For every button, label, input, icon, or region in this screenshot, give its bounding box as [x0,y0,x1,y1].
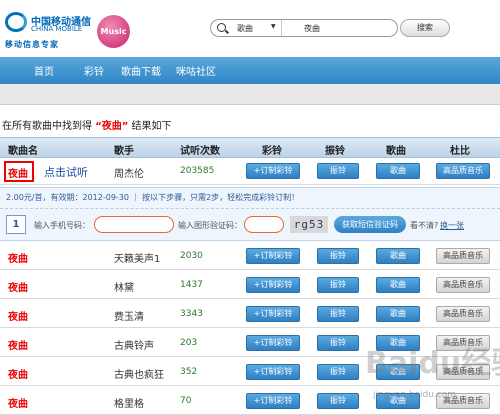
song-name-link[interactable]: 夜曲 [8,395,28,410]
table-row: 夜曲 古典铃声 203 +订制彩铃 振铃 歌曲 高品质音乐 [0,330,500,357]
song-name-link[interactable]: 夜曲 [8,337,28,352]
refresh-captcha-link[interactable]: 换一张 [440,220,464,231]
singer-link[interactable]: 费玉清 [114,308,144,323]
column-header-plays: 试听次数 [180,146,220,157]
ringtone-button[interactable]: 振铃 [317,277,359,293]
column-header-song: 歌曲名 [8,146,38,157]
table-row: 夜曲 费玉清 3343 +订制彩铃 振铃 歌曲 高品质音乐 [0,301,500,328]
captcha-label: 输入图形验证码： [178,221,242,230]
play-count: 1437 [180,280,203,290]
table-row: 夜曲 古典也疯狂 352 +订制彩铃 振铃 歌曲 高品质音乐 [0,359,500,386]
ringtone-button[interactable]: 振铃 [317,335,359,351]
result-prefix: 在所有歌曲中找到得 [2,121,96,132]
hq-music-button[interactable]: 高品质音乐 [436,393,490,409]
sub-nav-bar [0,84,500,105]
search-category-select[interactable]: 歌曲 [237,23,253,34]
hq-music-button[interactable]: 高品质音乐 [436,163,490,179]
order-ringback-button[interactable]: +订制彩铃 [246,277,300,293]
singer-link[interactable]: 周杰伦 [114,165,144,180]
get-sms-code-button[interactable]: 获取短信验证码 [334,216,406,233]
column-header-singer: 歌手 [114,146,134,157]
nav-item-song-download[interactable]: 歌曲下载 [121,63,161,78]
song-button[interactable]: 歌曲 [376,393,420,409]
order-ringback-button[interactable]: +订制彩铃 [246,393,300,409]
captcha-image: rg53 [290,216,328,233]
singer-link[interactable]: 天籁美声1 [114,250,160,265]
order-ringback-button[interactable]: +订制彩铃 [246,248,300,264]
music-logo-icon[interactable]: Music [97,15,130,48]
play-count: 203 [180,338,198,348]
song-button[interactable]: 歌曲 [376,248,420,264]
ringtone-button[interactable]: 振铃 [317,163,359,179]
ringtone-button[interactable]: 振铃 [317,306,359,322]
singer-link[interactable]: 格里格 [114,395,144,410]
nav-item-migu-community[interactable]: 咪咕社区 [176,63,216,78]
phone-input[interactable] [94,216,174,233]
nav-item-home[interactable]: 首页 [34,63,54,78]
hq-music-button[interactable]: 高品质音乐 [436,248,490,264]
column-header-ringback: 彩铃 [262,146,282,157]
china-mobile-logo[interactable]: 中国移动通信 CHINA MOBILE 移动信息专家 [3,8,93,49]
song-button[interactable]: 歌曲 [376,277,420,293]
table-row: 夜曲 格里格 70 +订制彩铃 振铃 歌曲 高品质音乐 [0,388,500,415]
logo-en-text: CHINA MOBILE [31,25,83,33]
main-nav: 首页 彩铃 歌曲下载 咪咕社区 [0,57,500,84]
table-header: 歌曲名 歌手 试听次数 彩铃 振铃 歌曲 杜比 [0,137,500,158]
song-name-link[interactable]: 夜曲 [8,366,28,381]
play-count: 70 [180,396,192,406]
hq-music-button[interactable]: 高品质音乐 [436,306,490,322]
table-row: 夜曲 天籁美声1 2030 +订制彩铃 振铃 歌曲 高品质音乐 [0,243,500,270]
panel-divider [0,208,500,209]
hq-music-button[interactable]: 高品质音乐 [436,364,490,380]
order-ringback-button[interactable]: +订制彩铃 [246,163,300,179]
search-button[interactable]: 搜索 [400,19,450,37]
annotation-highlight-box [4,161,34,182]
header: 中国移动通信 CHINA MOBILE 移动信息专家 Music 歌曲 ▼ 搜索 [0,0,500,56]
ringtone-button[interactable]: 振铃 [317,248,359,264]
song-name-link[interactable]: 夜曲 [8,250,28,265]
search-icon [217,23,226,32]
search-result-summary: 在所有歌曲中找到得 “夜曲” 结果如下 [2,117,172,132]
play-count: 2030 [180,251,203,261]
song-name-link[interactable]: 夜曲 [8,308,28,323]
result-suffix: 结果如下 [128,121,172,132]
song-button[interactable]: 歌曲 [376,364,420,380]
singer-link[interactable]: 古典也疯狂 [114,366,164,381]
search-input[interactable] [281,20,391,36]
order-ringback-button[interactable]: +订制彩铃 [246,364,300,380]
song-name-link[interactable]: 夜曲 [8,279,28,294]
nav-item-ringback[interactable]: 彩铃 [84,63,104,78]
hq-music-button[interactable]: 高品质音乐 [436,335,490,351]
ringtone-button[interactable]: 振铃 [317,364,359,380]
step-number: 1 [6,215,26,234]
order-ringback-button[interactable]: +订制彩铃 [246,335,300,351]
ringtone-button[interactable]: 振铃 [317,393,359,409]
song-button[interactable]: 歌曲 [376,335,420,351]
chevron-down-icon[interactable]: ▼ [271,23,276,30]
result-keyword: “夜曲” [95,121,129,132]
column-header-ringtone: 振铃 [325,146,345,157]
annotation-click-hint: 点击试听 [44,166,88,179]
ringback-order-panel: 2.00元/首，有效期：2012-09-30 ｜ 按以下步骤，只需2步，轻松完成… [0,187,500,241]
hq-music-button[interactable]: 高品质音乐 [436,277,490,293]
singer-link[interactable]: 林黛 [114,279,134,294]
song-button[interactable]: 歌曲 [376,163,420,179]
table-row: 夜曲 林黛 1437 +订制彩铃 振铃 歌曲 高品质音乐 [0,272,500,299]
play-count: 3343 [180,309,203,319]
logo-slogan: 移动信息专家 [5,40,59,49]
play-count: 203585 [180,166,215,176]
play-count: 352 [180,367,198,377]
captcha-unclear-text: 看不清? [410,221,439,230]
captcha-input[interactable] [244,216,284,233]
song-button[interactable]: 歌曲 [376,306,420,322]
search-box: 歌曲 ▼ [210,19,398,37]
phone-label: 输入手机号码： [34,221,90,230]
china-mobile-logo-icon [5,12,27,32]
column-header-full-song: 歌曲 [386,146,406,157]
order-ringback-button[interactable]: +订制彩铃 [246,306,300,322]
column-header-dolby: 杜比 [450,146,470,157]
singer-link[interactable]: 古典铃声 [114,337,154,352]
order-info: 2.00元/首，有效期：2012-09-30 ｜ 按以下步骤，只需2步，轻松完成… [6,193,300,202]
